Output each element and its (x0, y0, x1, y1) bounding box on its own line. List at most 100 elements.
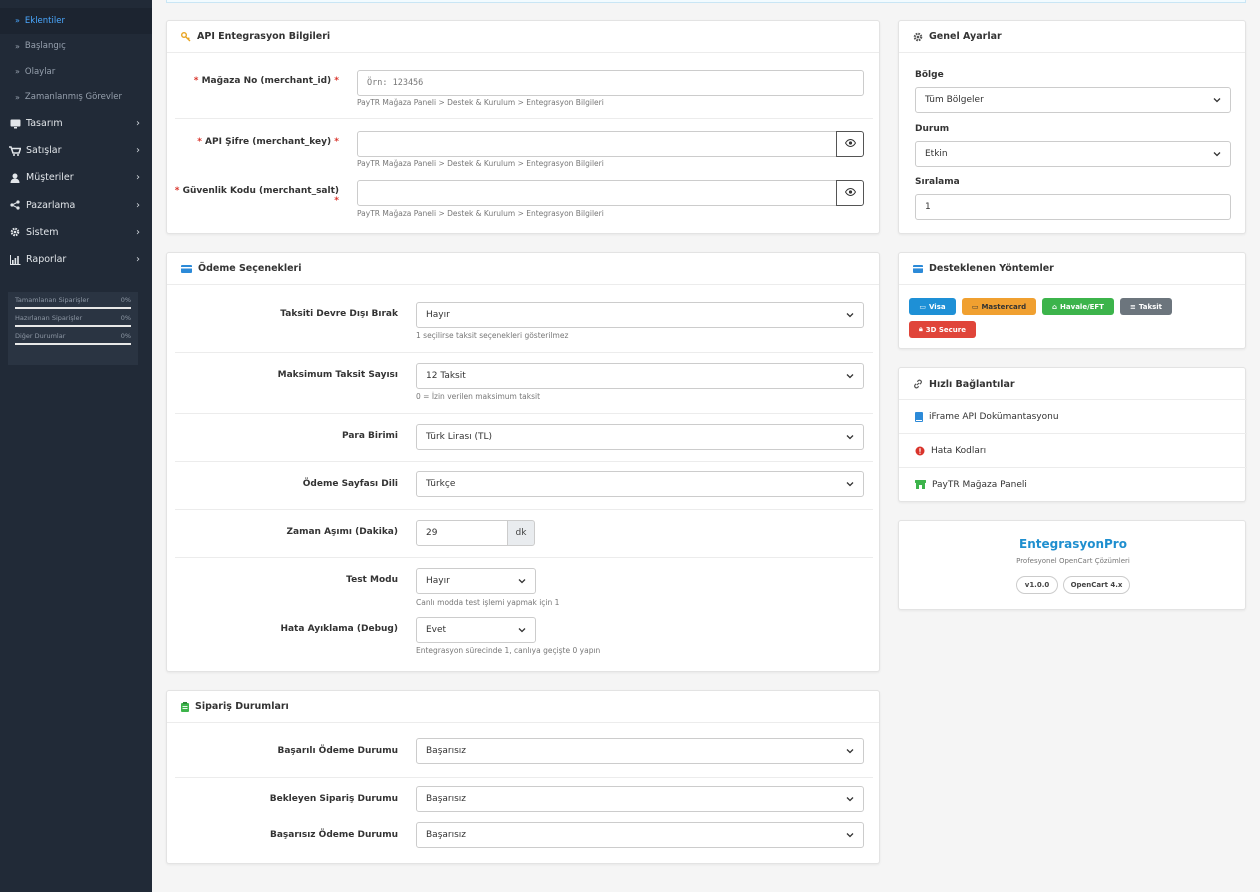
sidebar-item-reports[interactable]: Raporlar › (0, 246, 152, 273)
badge-3d-secure: 🔒︎ 3D Secure (909, 321, 976, 338)
cart-icon (8, 146, 22, 156)
badge-mastercard: ▭ Mastercard (962, 298, 1036, 315)
alert-icon (915, 446, 925, 456)
credit-card-icon (913, 264, 923, 273)
status-select[interactable]: Etkin (915, 141, 1231, 167)
timeout-unit: dk (507, 520, 535, 546)
card-header: Sipariş Durumları (167, 691, 879, 723)
sort-input[interactable]: 1 (915, 194, 1231, 220)
sidebar-subitem-startup[interactable]: » Başlangıç (0, 34, 152, 60)
merchant-key-help: PayTR Mağaza Paneli > Destek & Kurulum >… (357, 159, 604, 168)
key-icon (181, 31, 191, 42)
timeout-label: Zaman Aşımı (Dakika) (286, 527, 399, 537)
failed-status-select[interactable]: Başarısız (416, 822, 864, 848)
max-installment-select[interactable]: 12 Taksit (416, 363, 864, 389)
credit-card-icon (181, 264, 192, 273)
success-status-select[interactable]: Başarısız (416, 738, 864, 764)
chevron-down-icon (846, 833, 854, 838)
merchant-salt-input[interactable] (357, 180, 837, 206)
brand-subtitle: Profesyonel OpenCart Çözümleri (1016, 557, 1130, 565)
debug-select[interactable]: Evet (416, 617, 536, 643)
sidebar-subitem-cron[interactable]: » Zamanlanmış Görevler (0, 85, 152, 111)
chevron-down-icon (846, 313, 854, 318)
sidebar: » Eklentiler » Başlangıç » Olaylar » Zamanla… (0, 0, 152, 892)
debug-label: Hata Ayıklama (Debug) (280, 624, 398, 634)
order-stats-panel: Tamamlanan Siparişler 0% Hazırlanan Sipar… (8, 292, 138, 365)
sort-label: Sıralama (915, 177, 960, 187)
link-error-codes[interactable]: Hata Kodları (899, 433, 1247, 467)
currency-select[interactable]: Türk Lirası (TL) (416, 424, 864, 450)
badge-installment: ≡ Taksit (1120, 298, 1172, 315)
debug-help: Entegrasyon sürecinde 1, canlıya geçişte… (416, 646, 601, 655)
card-header: Genel Ayarlar (899, 21, 1245, 53)
gear-icon (8, 227, 22, 237)
sidebar-item-system[interactable]: Sistem › (0, 219, 152, 246)
merchant-id-input[interactable]: Örn: 123456 (357, 70, 864, 96)
sidebar-subitem-extensions[interactable]: » Eklentiler (0, 8, 152, 34)
pending-status-label: Bekleyen Sipariş Durumu (269, 794, 398, 804)
card-icon: ▭ (919, 302, 927, 311)
progress-bar (15, 307, 131, 309)
chevron-down-icon (846, 797, 854, 802)
merchant-salt-help: PayTR Mağaza Paneli > Destek & Kurulum >… (357, 209, 604, 218)
language-select[interactable]: Türkçe (416, 471, 864, 497)
sidebar-item-customers[interactable]: Müşteriler › (0, 164, 152, 191)
brand-title: EntegrasyonPro (1019, 537, 1127, 551)
failed-status-label: Başarısız Ödeme Durumu (269, 830, 398, 840)
divider (175, 509, 873, 510)
toggle-visibility-button[interactable] (836, 131, 864, 157)
link-merchant-panel[interactable]: PayTR Mağaza Paneli (899, 467, 1247, 501)
book-icon (915, 411, 923, 422)
toggle-visibility-button[interactable] (836, 180, 864, 206)
installment-disable-select[interactable]: Hayır (416, 302, 864, 328)
test-mode-label: Test Modu (346, 575, 398, 585)
card-header: Ödeme Seçenekleri (167, 253, 879, 285)
store-icon (915, 480, 926, 489)
card-header: Hızlı Bağlantılar (899, 368, 1245, 400)
chart-icon (8, 254, 22, 265)
platform-badge: OpenCart 4.x (1063, 576, 1130, 594)
merchant-key-input[interactable] (357, 131, 837, 157)
merchant-salt-label: * Güvenlik Kodu (merchant_salt) * (174, 186, 339, 206)
sidebar-subitem-events[interactable]: » Olaylar (0, 59, 152, 85)
chevron-right-icon: › (136, 172, 140, 184)
supported-methods-card: Desteklenen Yöntemler ▭ Visa ▭ Mastercard … (898, 252, 1246, 349)
layers-icon: ≡ (1129, 302, 1136, 311)
card-icon: ▭ (971, 302, 979, 311)
bank-icon: ⌂ (1052, 302, 1058, 311)
sidebar-item-design[interactable]: Tasarım › (0, 110, 152, 137)
order-status-card: Sipariş Durumları Başarılı Ödeme Durumu … (166, 690, 880, 864)
max-installment-help: 0 = İzin verilen maksimum taksit (416, 392, 541, 401)
chevron-down-icon (518, 628, 526, 633)
version-badge: v1.0.0 (1016, 576, 1058, 594)
installment-disable-label: Taksiti Devre Dışı Bırak (280, 309, 398, 319)
monitor-icon (8, 119, 22, 129)
card-header: Desteklenen Yöntemler (899, 253, 1245, 285)
lock-icon: 🔒︎ (919, 325, 923, 333)
general-settings-card: Genel Ayarlar Bölge Tüm Bölgeler Durum E… (898, 20, 1246, 234)
language-label: Ödeme Sayfası Dili (302, 479, 398, 489)
chevron-down-icon (846, 435, 854, 440)
brand-card: EntegrasyonPro Profesyonel OpenCart Çözü… (898, 520, 1246, 610)
timeout-input[interactable]: 29 (416, 520, 508, 546)
chevron-right-icon: › (136, 254, 140, 266)
sidebar-item-marketing[interactable]: Pazarlama › (0, 192, 152, 219)
region-select[interactable]: Tüm Bölgeler (915, 87, 1231, 113)
pending-status-select[interactable]: Başarısız (416, 786, 864, 812)
link-iframe-docs[interactable]: iFrame API Dokümantasyonu (899, 399, 1247, 433)
eye-icon (844, 138, 856, 150)
chevron-down-icon (1213, 98, 1221, 103)
badge-bank-transfer: ⌂ Havale/EFT (1042, 298, 1114, 315)
merchant-id-help: PayTR Mağaza Paneli > Destek & Kurulum >… (357, 98, 604, 107)
merchant-id-label: * Mağaza No (merchant_id) * (193, 76, 339, 86)
card-header: API Entegrasyon Bilgileri (167, 21, 879, 53)
sidebar-item-sales[interactable]: Satışlar › (0, 137, 152, 164)
payment-options-card: Ödeme Seçenekleri Taksiti Devre Dışı Bır… (166, 252, 880, 672)
badge-visa: ▭ Visa (909, 298, 956, 315)
chevron-down-icon (846, 374, 854, 379)
chevron-down-icon (518, 579, 526, 584)
test-mode-select[interactable]: Hayır (416, 568, 536, 594)
chevron-right-icon: › (136, 118, 140, 130)
divider (175, 777, 873, 778)
api-integration-card: API Entegrasyon Bilgileri * Mağaza No (m… (166, 20, 880, 234)
